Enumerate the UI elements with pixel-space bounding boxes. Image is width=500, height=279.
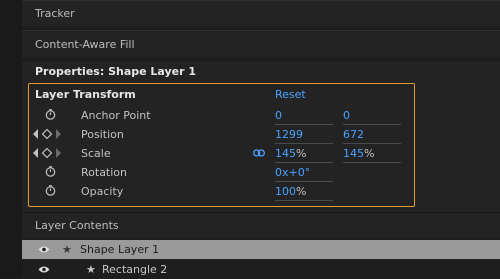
star-icon: ★	[86, 263, 96, 276]
opacity-unit: %	[296, 185, 307, 198]
anchor-point-y-value[interactable]: 0	[343, 109, 401, 125]
tree-item-rectangle-2[interactable]: ★ Rectangle 2	[22, 260, 500, 279]
layer-contents-header: Layer Contents	[22, 212, 500, 238]
tracker-panel-label: Tracker	[35, 7, 75, 20]
properties-panel-header: Properties: Shape Layer 1	[22, 62, 500, 82]
scale-x-value[interactable]: 145%	[275, 147, 333, 163]
tracker-panel-tab[interactable]: Tracker	[22, 0, 500, 26]
scale-y-number: 145	[343, 147, 364, 160]
position-label: Position	[81, 128, 124, 141]
scale-label: Scale	[81, 147, 111, 160]
opacity-row: Opacity 100%	[0, 182, 500, 201]
scale-x-unit: %	[296, 147, 307, 160]
properties-panel-title: Properties: Shape Layer 1	[35, 65, 197, 78]
opacity-number: 100	[275, 185, 296, 198]
visibility-eye-icon[interactable]	[38, 265, 50, 274]
position-y-value[interactable]: 672	[343, 128, 401, 144]
rotation-value[interactable]: 0x+0°	[275, 166, 333, 182]
position-x-value[interactable]: 1299	[275, 128, 333, 144]
content-aware-fill-panel-tab[interactable]: Content-Aware Fill	[22, 30, 500, 57]
star-icon: ★	[62, 243, 72, 256]
stopwatch-icon[interactable]	[45, 109, 56, 120]
scale-x-number: 145	[275, 147, 296, 160]
tree-item-shape-layer-1[interactable]: ★ Shape Layer 1	[22, 240, 500, 259]
keyframe-navigator-icon[interactable]	[33, 129, 61, 139]
tree-item-label: Rectangle 2	[102, 263, 168, 276]
scale-row: Scale 145% 145%	[0, 144, 500, 163]
anchor-point-label: Anchor Point	[81, 109, 151, 122]
rotation-row: Rotation 0x+0°	[0, 163, 500, 182]
keyframe-navigator-icon[interactable]	[33, 148, 61, 158]
content-aware-fill-panel-label: Content-Aware Fill	[35, 38, 135, 51]
scale-y-unit: %	[364, 147, 375, 160]
stopwatch-icon[interactable]	[45, 166, 56, 177]
opacity-value[interactable]: 100%	[275, 185, 333, 201]
opacity-label: Opacity	[81, 185, 124, 198]
constrain-proportions-link-icon[interactable]	[253, 149, 265, 157]
anchor-point-row: Anchor Point 0 0	[0, 106, 500, 125]
stopwatch-icon[interactable]	[45, 185, 56, 196]
reset-button[interactable]: Reset	[275, 88, 306, 101]
tree-item-label: Shape Layer 1	[80, 243, 160, 256]
layer-transform-title: Layer Transform	[35, 88, 136, 101]
layer-contents-title: Layer Contents	[35, 219, 119, 232]
visibility-eye-icon[interactable]	[38, 245, 50, 254]
anchor-point-x-value[interactable]: 0	[275, 109, 333, 125]
scale-y-value[interactable]: 145%	[343, 147, 401, 163]
rotation-label: Rotation	[81, 166, 128, 179]
position-row: Position 1299 672	[0, 125, 500, 144]
